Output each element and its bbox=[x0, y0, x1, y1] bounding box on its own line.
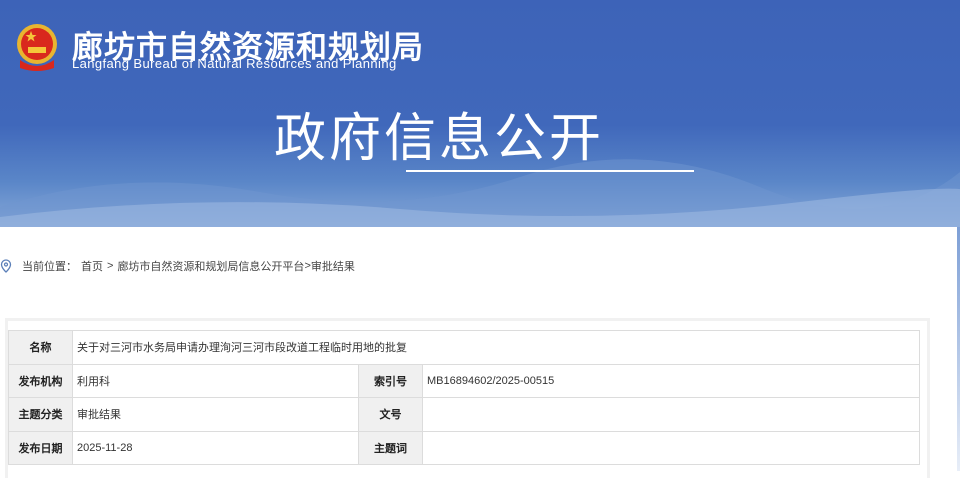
name-label: 名称 bbox=[8, 330, 73, 365]
location-pin-icon bbox=[0, 259, 12, 273]
hero-underline bbox=[406, 170, 694, 172]
breadcrumb-current[interactable]: 审批结果 bbox=[311, 258, 355, 274]
breadcrumb-separator: > bbox=[107, 260, 114, 272]
topic-value: 审批结果 bbox=[72, 397, 359, 432]
breadcrumb-prefix: 当前位置： bbox=[22, 261, 77, 273]
org-label: 发布机构 bbox=[8, 363, 73, 398]
table-row: 发布机构 利用科 索引号 MB16894602/2025-00515 bbox=[8, 363, 920, 398]
keyword-label: 主题词 bbox=[358, 430, 423, 465]
table-row: 名称 关于对三河市水务局申请办理洵河三河市段改道工程临时用地的批复 bbox=[8, 330, 920, 365]
table-row: 发布日期 2025-11-28 主题词 bbox=[8, 430, 920, 465]
date-value: 2025-11-28 bbox=[72, 430, 359, 465]
date-label: 发布日期 bbox=[8, 430, 73, 465]
table-row: 主题分类 审批结果 文号 bbox=[8, 397, 920, 432]
national-emblem-icon bbox=[17, 24, 57, 71]
breadcrumb-home[interactable]: 首页 bbox=[81, 258, 103, 274]
index-label: 索引号 bbox=[358, 363, 423, 398]
keyword-value bbox=[422, 430, 920, 465]
hero-title: 政府信息公开 bbox=[274, 109, 605, 169]
index-value: MB16894602/2025-00515 bbox=[422, 363, 920, 398]
header-banner: 廊坊市自然资源和规划局 Langfang Bureau of Natural R… bbox=[0, 0, 960, 227]
breadcrumb: 当前位置： 首页 > 廊坊市自然资源和规划局信息公开平台 > 审批结果 bbox=[0, 258, 359, 274]
name-value: 关于对三河市水务局申请办理洵河三河市段改道工程临时用地的批复 bbox=[72, 330, 920, 365]
document-info-table: 名称 关于对三河市水务局申请办理洵河三河市段改道工程临时用地的批复 发布机构 利… bbox=[8, 330, 920, 465]
site-subtitle: Langfang Bureau of Natural Resources and… bbox=[72, 56, 397, 71]
topic-label: 主题分类 bbox=[8, 397, 73, 432]
breadcrumb-platform[interactable]: 廊坊市自然资源和规划局信息公开平台 bbox=[117, 258, 304, 274]
docno-value bbox=[422, 397, 920, 432]
org-value: 利用科 bbox=[72, 363, 359, 398]
docno-label: 文号 bbox=[358, 397, 423, 432]
